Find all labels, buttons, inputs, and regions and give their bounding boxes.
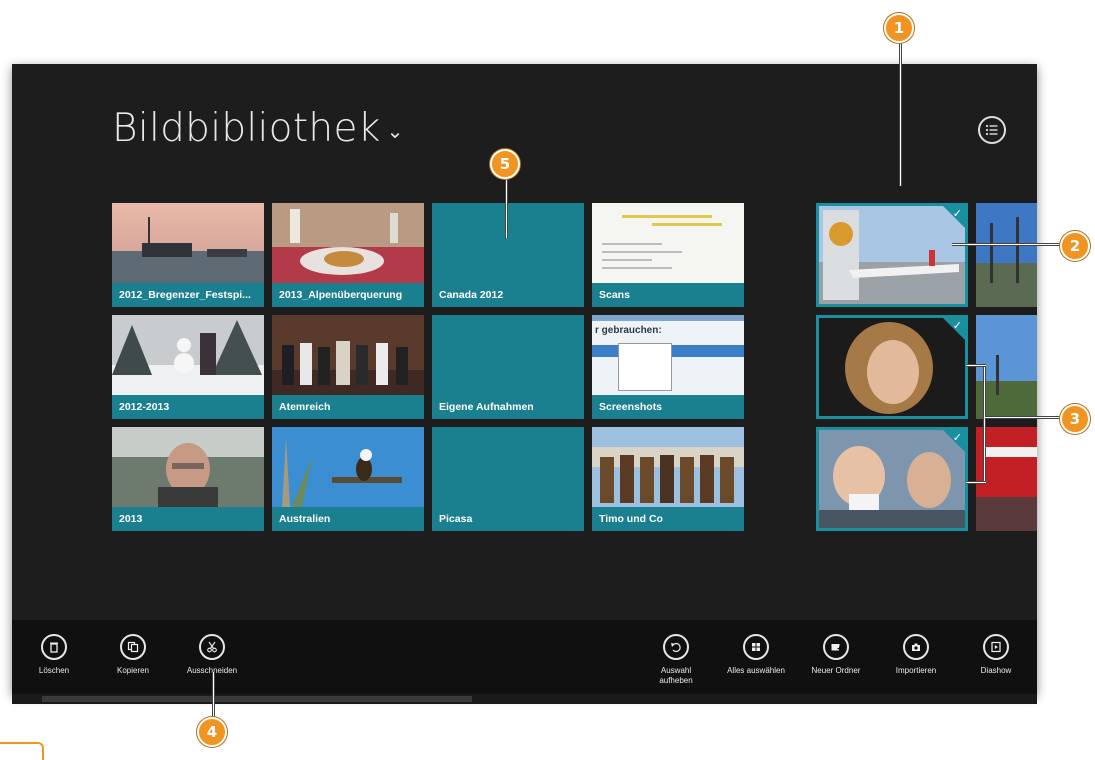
folder-tile[interactable]: 2013_Alpenüberquerung [272, 203, 424, 307]
folder-tile[interactable]: 2012_Bregenzer_Festspi... [112, 203, 264, 307]
checkmark-icon: ✓ [952, 207, 962, 220]
folder-thumbnail [112, 427, 264, 507]
button-label: Diashow [980, 666, 1012, 675]
folder-tile[interactable]: Scans [592, 203, 744, 307]
folder-tile[interactable]: 2012-2013 [112, 315, 264, 419]
callout-1-line [899, 40, 902, 186]
callout-3: 3 [1060, 404, 1090, 434]
copy-icon [127, 641, 139, 653]
folder-tile[interactable]: Australien [272, 427, 424, 531]
new-folder-button[interactable]: Neuer Ordner [796, 634, 876, 676]
folder-thumbnail [592, 427, 744, 507]
copy-button[interactable]: Kopieren [93, 634, 173, 676]
library-title-dropdown[interactable]: Bildbibliothek ⌄ [112, 106, 404, 151]
selected-photo[interactable]: ✓ [816, 315, 968, 419]
folder-tile[interactable]: r gebrauchen: Screenshots [592, 315, 744, 419]
folder-label: Screenshots [592, 395, 744, 419]
folder-label: 2013 [112, 507, 264, 531]
callout-3-bracket-top [966, 364, 986, 367]
chevron-down-icon: ⌄ [386, 118, 404, 143]
callout-2: 2 [1060, 231, 1090, 261]
screenshot-thumb-text: r gebrauchen: [595, 325, 662, 336]
import-button[interactable]: Importieren [876, 634, 956, 676]
checkmark-icon: ✓ [952, 431, 962, 444]
folder-label: 2012_Bregenzer_Festspi... [112, 283, 264, 307]
folder-label: Australien [272, 507, 424, 531]
folder-thumbnail [112, 315, 264, 395]
folder-tile[interactable]: Picasa [432, 427, 584, 531]
list-icon [985, 124, 998, 136]
button-label: Neuer Ordner [811, 666, 861, 675]
trash-icon [50, 642, 58, 653]
folder-tile[interactable]: Canada 2012 [432, 203, 584, 307]
callout-5: 5 [490, 149, 520, 179]
folder-label: 2012-2013 [112, 395, 264, 419]
undo-selection-icon [671, 642, 681, 653]
folder-label: Canada 2012 [432, 283, 584, 307]
photo-thumbnail[interactable] [976, 203, 1037, 307]
selected-photo[interactable]: ✓ [816, 203, 968, 307]
folder-tile[interactable]: Atemreich [272, 315, 424, 419]
folder-thumbnail [272, 315, 424, 395]
button-label: Importieren [895, 666, 937, 675]
folder-thumbnail: r gebrauchen: [592, 315, 744, 395]
folder-label: 2013_Alpenüberquerung [272, 283, 424, 307]
scrollbar-thumb[interactable] [42, 696, 472, 702]
folder-thumbnail [112, 203, 264, 283]
page-title: Bildbibliothek [112, 106, 381, 151]
scissors-icon [207, 641, 217, 653]
photo-library-screen: Bildbibliothek ⌄ 2012_Bregenzer_Festspi..… [12, 64, 1037, 694]
folder-thumbnail [272, 427, 424, 507]
callout-5-line [505, 178, 508, 238]
button-label: Kopieren [116, 666, 150, 675]
checkmark-icon: ✓ [952, 319, 962, 332]
folder-label: Eigene Aufnahmen [432, 395, 584, 419]
folder-thumbnail [592, 203, 744, 283]
callout-4: 4 [197, 717, 227, 747]
callout-2-line [952, 243, 1062, 246]
folder-tile[interactable]: Timo und Co [592, 427, 744, 531]
slideshow-icon [991, 641, 1001, 653]
callout-3-bracket [983, 364, 986, 484]
horizontal-scrollbar[interactable] [12, 694, 1037, 704]
folder-label: Picasa [432, 507, 584, 531]
callout-1: 1 [884, 13, 914, 43]
app-bar: Löschen Kopieren Ausschneiden Auswahl au… [12, 620, 1037, 694]
folder-label: Scans [592, 283, 744, 307]
folder-thumbnail [272, 203, 424, 283]
clear-selection-button[interactable]: Auswahl aufheben [636, 634, 716, 686]
folder-label: Atemreich [272, 395, 424, 419]
view-options-button[interactable] [978, 116, 1006, 144]
cut-button[interactable]: Ausschneiden [172, 634, 252, 676]
new-folder-icon [831, 644, 842, 651]
callout-3-line [985, 416, 1063, 419]
callout-4-line [212, 672, 215, 722]
button-label: Alles auswählen [727, 666, 785, 675]
selected-photo[interactable]: ✓ [816, 427, 968, 531]
folder-tile[interactable]: 2013 [112, 427, 264, 531]
folder-label: Timo und Co [592, 507, 744, 531]
button-label: Auswahl aufheben [659, 666, 693, 685]
select-all-button[interactable]: Alles auswählen [716, 634, 796, 676]
folder-tile[interactable]: Eigene Aufnahmen [432, 315, 584, 419]
slideshow-button[interactable]: Diashow [956, 634, 1036, 676]
page-tab-decoration [0, 742, 44, 760]
camera-import-icon [912, 643, 920, 651]
palm-photo [976, 203, 1037, 307]
callout-3-bracket-bottom [966, 481, 986, 484]
delete-button[interactable]: Löschen [14, 634, 94, 676]
select-all-icon [752, 643, 760, 651]
button-label: Löschen [38, 666, 70, 675]
